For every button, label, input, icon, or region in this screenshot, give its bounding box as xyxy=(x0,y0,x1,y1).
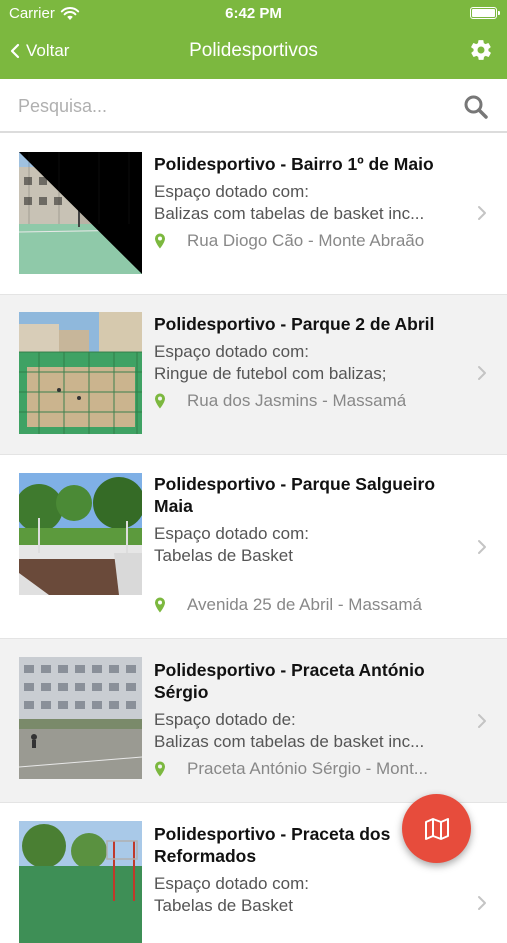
description-line-2: Ringue de futebol com balizas; xyxy=(154,364,387,383)
facility-address: Avenida 25 de Abril - Massamá xyxy=(154,595,454,615)
description-line-2: Tabelas de Basket xyxy=(154,546,293,565)
chevron-right-icon xyxy=(478,540,486,554)
description-line-1: Espaço dotado de: xyxy=(154,710,296,729)
facility-name: Polidesportivo - Bairro 1º de Maio xyxy=(154,154,434,174)
description-line-2: Balizas com tabelas de basket inc... xyxy=(154,204,425,223)
search-icon[interactable] xyxy=(463,94,489,120)
address-text: Rua Diogo Cão - Monte Abraão xyxy=(187,231,425,250)
description-line-2: Balizas com tabelas de basket inc... xyxy=(154,732,425,751)
facility-address: Rua Diogo Cão - Monte Abraão xyxy=(154,231,454,251)
search-input[interactable] xyxy=(18,91,438,121)
facility-description: Espaço dotado com: Ringue de futebol com… xyxy=(154,341,454,385)
description-line-2: Tabelas de Basket xyxy=(154,896,293,915)
description-line-1: Espaço dotado com: xyxy=(154,182,309,201)
chevron-right-icon xyxy=(478,366,486,380)
search-bar xyxy=(0,79,507,133)
battery-icon xyxy=(470,7,500,19)
map-icon xyxy=(424,817,449,840)
address-text: Rua dos Jasmins - Massamá xyxy=(187,391,407,410)
status-bar: Carrier 6:42 PM xyxy=(0,0,507,26)
facility-photo xyxy=(19,473,142,595)
navigation-bar: Voltar Polidesportivos xyxy=(0,26,507,79)
list-item[interactable]: Polidesportivo - Bairro 1º de Maio Espaç… xyxy=(0,135,507,295)
facility-address: Praceta António Sérgio - Mont... xyxy=(154,759,454,779)
chevron-right-icon xyxy=(478,714,486,728)
facility-name: Polidesportivo - Parque Salgueiro Maia xyxy=(154,474,436,516)
facility-description: Espaço dotado com: Balizas com tabelas d… xyxy=(154,181,454,225)
address-text: Avenida 25 de Abril - Massamá xyxy=(187,595,422,614)
address-text: Praceta António Sérgio - Mont... xyxy=(187,759,428,778)
description-line-1: Espaço dotado com: xyxy=(154,342,309,361)
facility-description: Espaço dotado de: Balizas com tabelas de… xyxy=(154,709,454,753)
facility-address: Rua dos Jasmins - Massamá xyxy=(154,391,454,411)
description-line-1: Espaço dotado com: xyxy=(154,524,309,543)
map-pin-icon xyxy=(155,597,165,613)
description-line-1: Espaço dotado com: xyxy=(154,874,309,893)
map-pin-icon xyxy=(155,761,165,777)
chevron-right-icon xyxy=(478,206,486,220)
map-pin-icon xyxy=(155,393,165,409)
facility-photo xyxy=(19,152,142,274)
list-item[interactable]: Polidesportivo - Parque 2 de Abril Espaç… xyxy=(0,295,507,455)
facility-photo xyxy=(19,657,142,779)
status-time: 6:42 PM xyxy=(225,5,282,22)
gear-icon[interactable] xyxy=(469,38,493,62)
facility-photo xyxy=(19,312,142,434)
facility-photo xyxy=(19,821,142,943)
map-view-button[interactable] xyxy=(402,794,471,863)
map-pin-icon xyxy=(155,233,165,249)
facility-name: Polidesportivo - Parque 2 de Abril xyxy=(154,314,435,334)
facility-description: Espaço dotado com: Tabelas de Basket xyxy=(154,523,454,567)
facility-name: Polidesportivo - Praceta António Sérgio xyxy=(154,660,425,702)
facility-description: Espaço dotado com: Tabelas de Basket xyxy=(154,873,454,917)
chevron-right-icon xyxy=(478,896,486,910)
list-item[interactable]: Polidesportivo - Praceta António Sérgio … xyxy=(0,639,507,803)
page-title: Polidesportivos xyxy=(189,40,318,61)
list-item[interactable]: Polidesportivo - Parque Salgueiro Maia E… xyxy=(0,455,507,639)
